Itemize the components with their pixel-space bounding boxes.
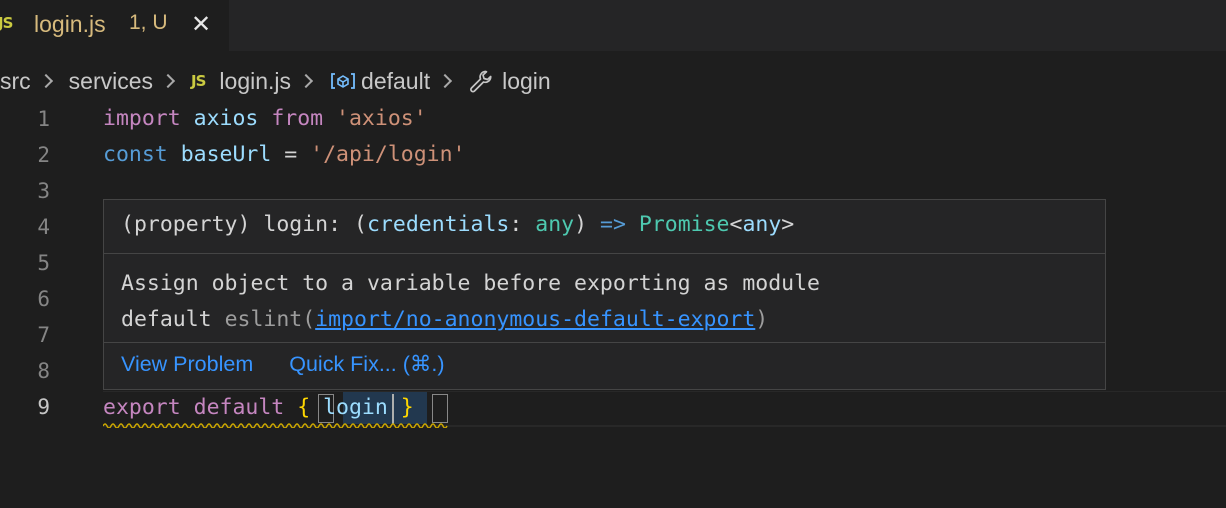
line-number: 5	[37, 251, 50, 275]
line-number: 4	[37, 215, 50, 239]
message-line-1: Assign object to a variable before expor…	[121, 271, 820, 296]
tab-bar: JS login.js 1, U ✕	[0, 0, 1226, 51]
sig-param-type: any	[535, 212, 575, 237]
line-number: 2	[37, 143, 50, 167]
tab-filename: login.js	[34, 11, 106, 37]
hover-tooltip: (property) login: (credentials: any) => …	[103, 199, 1106, 390]
sig-generic-open: <	[729, 212, 743, 237]
keyword: default	[193, 395, 285, 420]
line-number: 1	[37, 107, 50, 131]
sig-open: (	[354, 212, 367, 237]
sig-generic-close: >	[781, 212, 795, 237]
keyword: export	[103, 395, 181, 420]
js-file-icon: JS	[191, 72, 206, 90]
sig-colon: :	[509, 212, 523, 237]
chevron-right-icon	[438, 73, 453, 89]
close-brace: }	[400, 395, 414, 420]
js-file-icon: JS	[0, 14, 13, 32]
breadcrumb-login[interactable]: login	[468, 68, 551, 95]
line-number: 8	[37, 359, 50, 383]
line-number: 7	[37, 323, 50, 347]
identifier-login[interactable]: login	[323, 395, 388, 420]
sig-param: credentials	[366, 212, 510, 237]
line-number: 6	[37, 287, 50, 311]
sig-prefix: (property)	[121, 212, 251, 237]
divider	[104, 253, 1105, 254]
problem-source: eslint(	[224, 307, 316, 332]
hover-actions: View Problem Quick Fix... (⌘.)	[121, 352, 475, 377]
operator: =	[284, 142, 298, 167]
sig-name: login:	[263, 212, 342, 237]
identifier: axios	[193, 106, 259, 131]
wrench-icon	[470, 70, 492, 93]
sig-return-type: Promise	[638, 212, 730, 237]
line-number: 3	[37, 179, 50, 203]
breadcrumb-login-label: login	[502, 67, 551, 94]
code-line-2[interactable]: const baseUrl = '/api/login'	[103, 140, 466, 170]
chevron-right-icon	[298, 73, 314, 89]
tab-problem-badge: 1, U	[129, 11, 168, 34]
symbol-variable-icon	[331, 73, 355, 89]
sig-arrow: =>	[600, 212, 626, 237]
line-number-active: 9	[37, 395, 50, 419]
breadcrumb-file[interactable]: JS login.js	[191, 68, 291, 95]
chevron-right-icon	[38, 73, 53, 89]
breadcrumb-services[interactable]: services	[69, 68, 153, 95]
sig-generic-type: any	[742, 212, 782, 237]
string-literal: '/api/login'	[310, 142, 466, 167]
breadcrumb: src services JS login.js default login	[0, 62, 551, 100]
rule-link[interactable]: import/no-anonymous-default-export	[315, 307, 755, 332]
hover-signature: (property) login: (credentials: any) => …	[121, 212, 794, 237]
message-line-2: default	[121, 307, 212, 332]
keyword: const	[103, 142, 168, 167]
keyword: from	[271, 106, 324, 131]
bracket-match-box	[432, 394, 448, 423]
divider	[104, 342, 1105, 343]
identifier: baseUrl	[180, 142, 272, 167]
breadcrumb-default[interactable]: default	[329, 68, 430, 95]
close-icon[interactable]: ✕	[188, 10, 214, 38]
code-line-9[interactable]: export default { login }	[103, 393, 414, 423]
breadcrumb-src[interactable]: src	[0, 68, 31, 95]
code-line-1[interactable]: import axios from 'axios'	[103, 104, 427, 134]
problem-message: Assign object to a variable before expor…	[121, 266, 820, 338]
quick-fix-button[interactable]: Quick Fix... (⌘.)	[289, 352, 444, 376]
breadcrumb-file-label: login.js	[219, 67, 292, 94]
open-brace: {	[297, 395, 311, 420]
problem-source-close: )	[755, 307, 769, 332]
tab-login-js[interactable]: JS login.js 1, U ✕	[0, 0, 229, 51]
keyword: import	[103, 106, 181, 131]
chevron-right-icon	[160, 73, 176, 89]
string-literal: 'axios'	[336, 106, 427, 131]
text-cursor	[392, 394, 394, 424]
sig-close: )	[574, 212, 588, 237]
breadcrumb-default-label: default	[361, 67, 431, 94]
warning-squiggle	[103, 423, 448, 428]
view-problem-button[interactable]: View Problem	[121, 352, 253, 376]
